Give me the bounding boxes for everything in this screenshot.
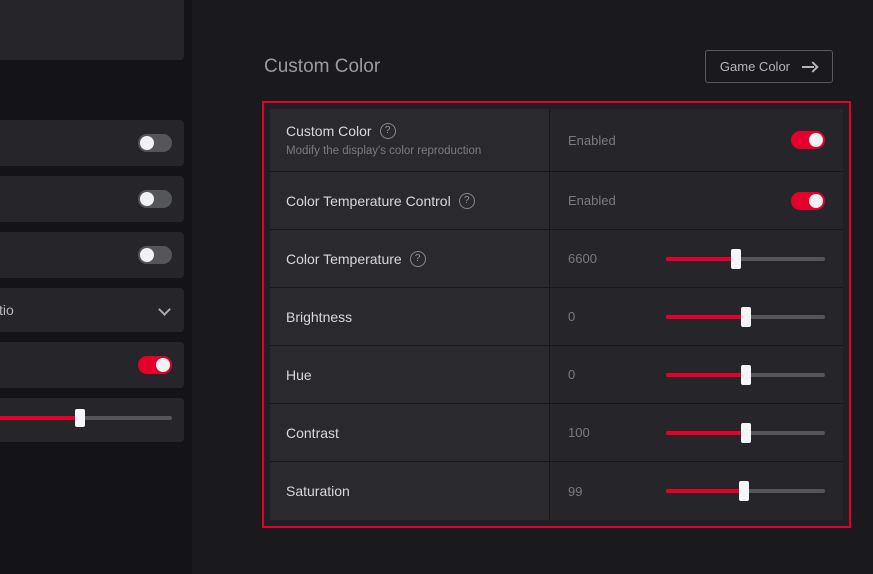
setting-value-cell: 6600 [550, 230, 843, 287]
setting-label: Saturation [286, 483, 350, 499]
setting-label-cell: Brightness [270, 288, 550, 345]
setting-label: Hue [286, 367, 312, 383]
game-color-button[interactable]: Game Color [705, 50, 833, 83]
slider-thumb[interactable] [731, 249, 741, 269]
setting-label-cell: Custom Color? Modify the display's color … [270, 109, 550, 171]
setting-value-cell: 100 [550, 404, 843, 461]
sidebar-top [0, 0, 184, 60]
setting-value-cell: 0 [550, 346, 843, 403]
page-title: Custom Color [264, 56, 380, 78]
sidebar-item-2[interactable] [0, 176, 184, 222]
setting-row: Brightness 0 [270, 288, 843, 346]
toggle[interactable] [138, 356, 172, 374]
setting-value-cell: Enabled [550, 172, 843, 229]
chevron-down-icon [158, 303, 172, 317]
help-icon[interactable]: ? [410, 251, 426, 267]
slider-thumb[interactable] [739, 481, 749, 501]
topbar [192, 0, 861, 36]
toggle[interactable] [138, 246, 172, 264]
toggle[interactable] [791, 192, 825, 210]
setting-value-text: 99 [568, 484, 648, 499]
main: Custom Color Game Color Custom Color? Mod… [192, 0, 873, 574]
setting-row: Custom Color? Modify the display's color … [270, 109, 843, 172]
setting-value-text: Enabled [568, 193, 648, 208]
setting-label: Custom Color [286, 123, 372, 139]
setting-label-cell: Color Temperature? [270, 230, 550, 287]
setting-row: Saturation 99 [270, 462, 843, 520]
setting-sublabel: Modify the display's color reproduction [286, 145, 533, 157]
setting-value-text: 0 [568, 309, 648, 324]
setting-label: Brightness [286, 309, 352, 325]
setting-label-cell: Hue [270, 346, 550, 403]
slider-thumb[interactable] [741, 423, 751, 443]
slider[interactable] [666, 315, 825, 319]
setting-label-cell: Color Temperature Control? [270, 172, 550, 229]
toggle[interactable] [138, 190, 172, 208]
sidebar-item-3[interactable] [0, 232, 184, 278]
setting-value-text: 0 [568, 367, 648, 382]
sidebar: ted ect ratio [0, 0, 192, 574]
sidebar-item-ted[interactable]: ted [0, 120, 184, 166]
custom-color-panel: Custom Color? Modify the display's color … [262, 101, 851, 528]
setting-value-text: 6600 [568, 251, 648, 266]
setting-row: Hue 0 [270, 346, 843, 404]
help-icon[interactable]: ? [380, 123, 396, 139]
toggle[interactable] [138, 134, 172, 152]
arrow-right-icon [802, 62, 818, 72]
setting-value-cell: Enabled [550, 109, 843, 171]
setting-row: Color Temperature Control? Enabled [270, 172, 843, 230]
header: Custom Color Game Color [192, 36, 861, 101]
setting-value-text: 100 [568, 425, 648, 440]
setting-label: Color Temperature [286, 251, 402, 267]
slider[interactable] [666, 431, 825, 435]
setting-label-cell: Contrast [270, 404, 550, 461]
slider-thumb[interactable] [741, 307, 751, 327]
toggle[interactable] [791, 131, 825, 149]
slider-thumb[interactable] [741, 365, 751, 385]
setting-label: Contrast [286, 425, 339, 441]
setting-value-cell: 99 [550, 462, 843, 520]
setting-value-cell: 0 [550, 288, 843, 345]
setting-label: Color Temperature Control [286, 193, 451, 209]
sidebar-item-5[interactable] [0, 342, 184, 388]
sidebar-item-label: ect ratio [0, 302, 14, 318]
slider[interactable] [666, 373, 825, 377]
slider[interactable] [666, 489, 825, 493]
slider[interactable] [666, 257, 825, 261]
setting-row: Color Temperature? 6600 [270, 230, 843, 288]
sidebar-slider[interactable] [0, 398, 184, 442]
game-color-label: Game Color [720, 59, 790, 74]
setting-value-text: Enabled [568, 133, 648, 148]
help-icon[interactable]: ? [459, 193, 475, 209]
setting-label-cell: Saturation [270, 462, 550, 520]
setting-row: Contrast 100 [270, 404, 843, 462]
sidebar-item-aspect[interactable]: ect ratio [0, 288, 184, 332]
